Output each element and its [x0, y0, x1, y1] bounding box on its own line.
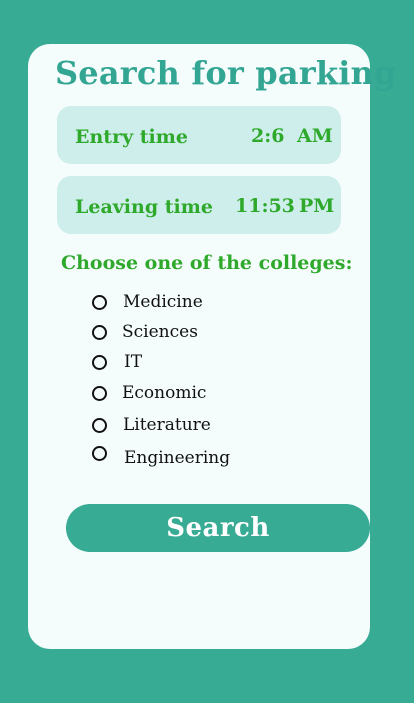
leaving-time-value[interactable]: 11:53 [235, 195, 295, 217]
leaving-time-label: Leaving time [75, 196, 213, 218]
college-option-label: Medicine [123, 292, 203, 312]
college-option-label: IT [124, 352, 143, 372]
search-card: Search for parking Entry time 2:6 AM Lea… [28, 44, 396, 649]
leaving-time-period[interactable]: PM [299, 195, 334, 217]
radio-button[interactable] [92, 386, 107, 401]
college-prompt: Choose one of the colleges: [61, 252, 353, 274]
college-option-it[interactable]: IT [92, 352, 312, 374]
college-option-label: Literature [123, 415, 211, 435]
college-option-engineering[interactable]: Engineering [92, 446, 312, 468]
leaving-time-field[interactable]: Leaving time 11:53 PM [57, 176, 341, 234]
radio-button[interactable] [92, 446, 107, 461]
entry-time-label: Entry time [75, 126, 188, 148]
college-option-literature[interactable]: Literature [92, 415, 312, 437]
college-option-sciences[interactable]: Sciences [92, 322, 312, 344]
radio-button[interactable] [92, 295, 107, 310]
college-option-economic[interactable]: Economic [92, 383, 312, 405]
entry-time-field[interactable]: Entry time 2:6 AM [57, 106, 341, 164]
entry-time-value[interactable]: 2:6 [251, 125, 284, 147]
radio-button[interactable] [92, 355, 107, 370]
college-option-medicine[interactable]: Medicine [92, 292, 312, 314]
college-option-label: Engineering [124, 448, 231, 468]
college-option-label: Sciences [122, 322, 198, 342]
entry-time-period[interactable]: AM [297, 125, 333, 147]
college-option-label: Economic [122, 383, 207, 403]
radio-button[interactable] [92, 325, 107, 340]
page-title: Search for parking [55, 54, 397, 92]
search-button[interactable]: Search [66, 504, 370, 552]
radio-button[interactable] [92, 418, 107, 433]
